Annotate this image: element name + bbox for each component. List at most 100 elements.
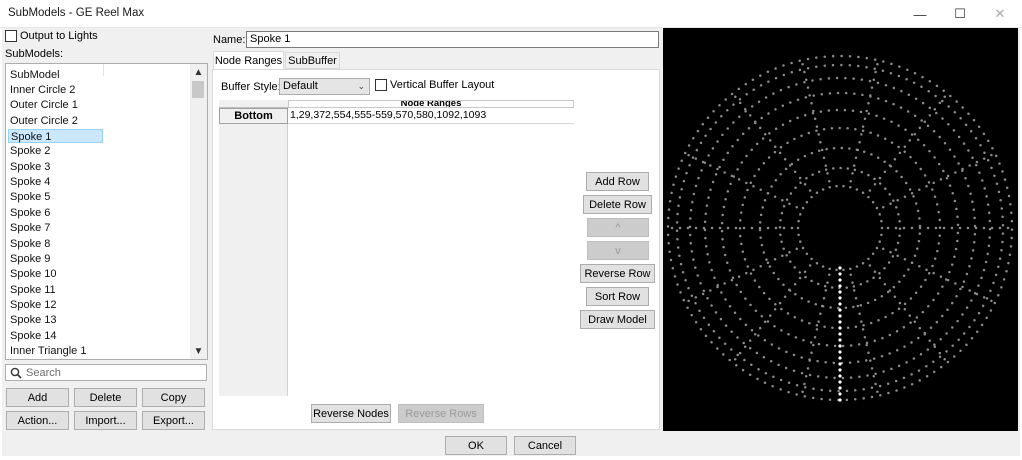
minimize-icon[interactable]: — <box>900 0 940 28</box>
list-item[interactable]: Spoke 1 <box>8 129 103 144</box>
model-node <box>876 62 879 66</box>
move-down-button[interactable]: v <box>587 241 649 260</box>
model-node <box>794 336 798 339</box>
list-item[interactable]: Spoke 9 <box>8 252 103 266</box>
list-item[interactable]: Spoke 2 <box>8 144 103 158</box>
copy-button[interactable]: Copy <box>142 388 205 407</box>
list-item[interactable]: Spoke 7 <box>8 221 103 235</box>
model-node <box>971 249 975 252</box>
scroll-down-icon[interactable]: ▼ <box>190 343 207 359</box>
model-node <box>687 286 690 290</box>
move-up-button[interactable]: ^ <box>587 218 649 237</box>
model-node <box>707 196 710 199</box>
export-button[interactable]: Export... <box>142 411 205 430</box>
model-node <box>968 265 971 268</box>
list-item[interactable]: Inner Circle 2 <box>8 83 103 97</box>
model-node <box>803 114 807 117</box>
model-node <box>955 207 958 211</box>
tab-node-ranges[interactable]: Node Ranges <box>213 51 284 70</box>
list-item[interactable]: Outer Circle 1 <box>8 98 103 112</box>
model-node <box>678 254 681 258</box>
draw-model-button[interactable]: Draw Model <box>580 310 655 329</box>
model-node <box>773 150 777 154</box>
model-preview[interactable] <box>663 28 1018 431</box>
list-scrollbar[interactable]: ▲ ▼ <box>190 64 207 359</box>
submodel-list[interactable]: SubModel Inner Circle 2 Outer Circle 1 Out… <box>5 63 208 360</box>
reverse-nodes-button[interactable]: Reverse Nodes <box>311 404 391 423</box>
close-icon[interactable]: ✕ <box>980 0 1020 28</box>
model-node <box>792 353 796 357</box>
model-node <box>738 351 742 355</box>
list-item[interactable]: Spoke 4 <box>8 175 103 189</box>
reverse-rows-button[interactable]: Reverse Rows <box>398 404 484 423</box>
list-item[interactable]: Spoke 14 <box>8 329 103 343</box>
tab-subbuffer[interactable]: SubBuffer <box>285 52 340 69</box>
model-node <box>752 185 755 188</box>
model-node <box>857 55 860 59</box>
model-node <box>813 335 817 339</box>
list-item[interactable]: Spoke 3 <box>8 160 103 174</box>
list-item[interactable]: Spoke 8 <box>8 237 103 251</box>
model-node <box>919 285 923 288</box>
model-node <box>708 260 711 264</box>
maximize-icon[interactable]: ☐ <box>940 0 980 28</box>
search-input[interactable]: Search <box>5 364 207 381</box>
model-node <box>828 92 832 95</box>
model-node <box>942 89 945 93</box>
model-node <box>925 365 928 368</box>
model-node <box>762 251 766 254</box>
model-node <box>803 182 807 186</box>
model-node <box>810 101 813 105</box>
reverse-row-button[interactable]: Reverse Row <box>580 264 655 283</box>
model-node <box>868 264 872 267</box>
model-node <box>709 188 712 191</box>
list-item[interactable]: Spoke 11 <box>8 283 103 297</box>
model-node <box>910 373 913 376</box>
action-button[interactable]: Action... <box>6 411 69 430</box>
vertical-buffer-check[interactable] <box>375 79 387 91</box>
scroll-thumb[interactable] <box>192 81 204 98</box>
model-node <box>1008 253 1012 257</box>
model-node <box>735 363 738 367</box>
model-node <box>767 80 770 83</box>
list-item[interactable]: Spoke 13 <box>8 313 103 327</box>
cancel-button[interactable]: Cancel <box>514 436 576 455</box>
model-node <box>704 244 708 248</box>
model-node <box>816 359 819 363</box>
list-item[interactable]: Inner Triangle 1 <box>8 344 103 358</box>
model-node <box>668 250 671 253</box>
list-item[interactable]: Outer Circle 2 <box>8 114 103 128</box>
list-item[interactable]: Spoke 10 <box>8 267 103 281</box>
model-node <box>810 195 813 199</box>
model-node <box>964 123 968 126</box>
model-node <box>883 283 887 286</box>
model-node <box>808 359 811 362</box>
model-node <box>750 329 754 332</box>
model-node <box>845 286 848 289</box>
delete-row-button[interactable]: Delete Row <box>583 195 652 214</box>
model-node <box>671 267 675 270</box>
name-input[interactable]: Spoke 1 <box>246 31 659 48</box>
buffer-style-select[interactable]: Default ⌄ <box>279 78 370 95</box>
add-button[interactable]: Add <box>6 388 69 407</box>
list-item[interactable]: Spoke 6 <box>8 206 103 220</box>
ok-button[interactable]: OK <box>445 436 507 455</box>
scroll-up-icon[interactable]: ▲ <box>190 64 207 80</box>
model-node <box>970 337 974 340</box>
model-node <box>848 361 852 364</box>
delete-button[interactable]: Delete <box>74 388 137 407</box>
output-to-lights-checkbox[interactable]: Output to Lights <box>5 30 98 42</box>
model-node <box>878 213 881 216</box>
grid-row-label[interactable]: Bottom <box>219 108 288 124</box>
vertical-buffer-checkbox[interactable]: Vertical Buffer Layout <box>375 79 494 91</box>
import-button[interactable]: Import... <box>74 411 137 430</box>
output-to-lights-check[interactable] <box>5 30 17 42</box>
model-node <box>793 170 797 173</box>
add-row-button[interactable]: Add Row <box>586 172 649 191</box>
sort-row-button[interactable]: Sort Row <box>586 287 649 306</box>
list-item[interactable]: Spoke 12 <box>8 298 103 312</box>
list-item[interactable]: Spoke 5 <box>8 190 103 204</box>
model-node <box>789 260 792 263</box>
model-node <box>955 294 958 298</box>
grid-cell-node-ranges[interactable]: 1,29,372,554,555-559,570,580,1092,1093 <box>288 108 574 124</box>
